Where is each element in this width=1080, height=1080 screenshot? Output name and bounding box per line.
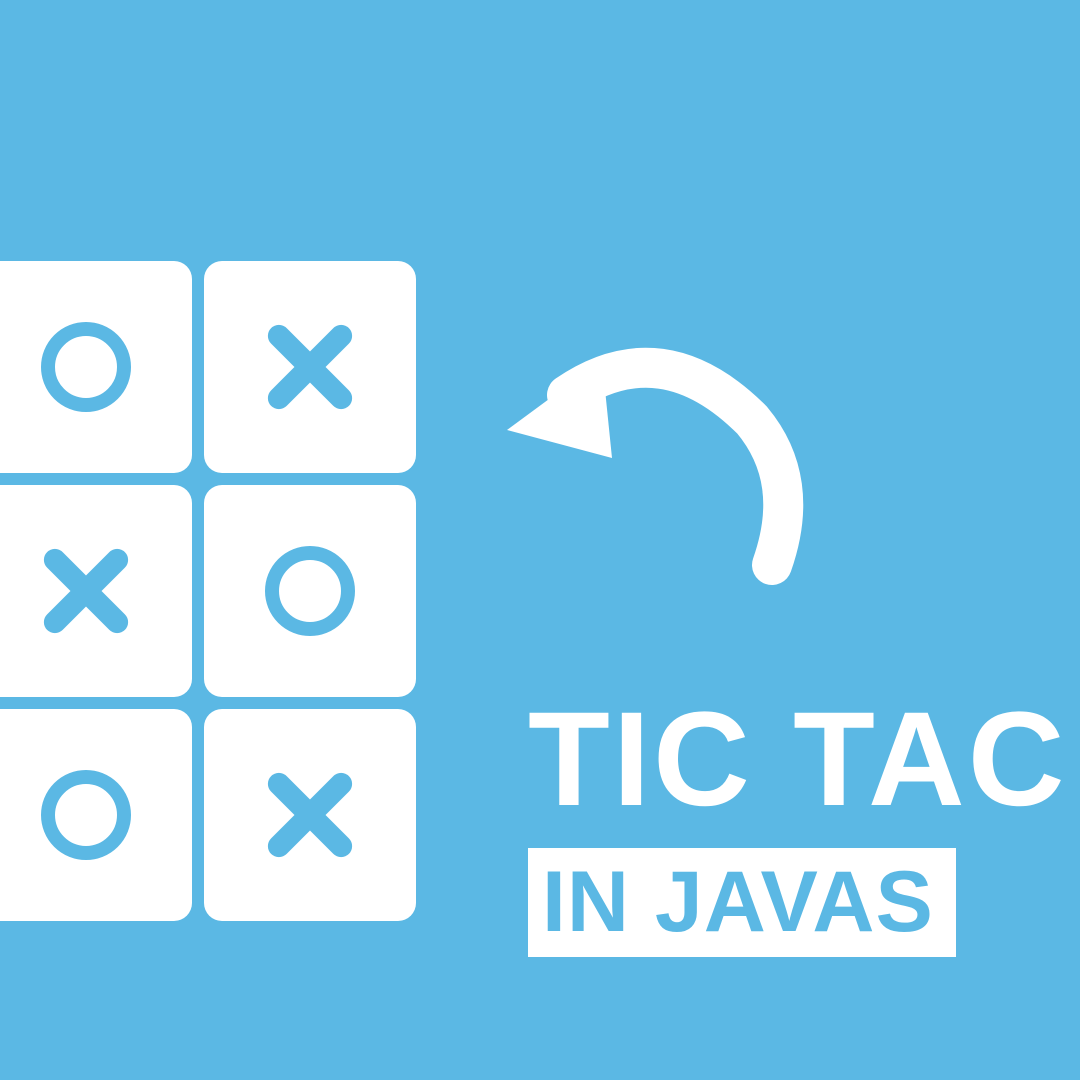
- board-cell[interactable]: [204, 485, 416, 697]
- game-board: [0, 261, 416, 921]
- curved-arrow-icon: [472, 300, 832, 625]
- o-mark-icon: [265, 546, 355, 636]
- main-title: TIC TAC: [528, 683, 1068, 836]
- board-cell[interactable]: [0, 709, 192, 921]
- board-cell[interactable]: [0, 485, 192, 697]
- x-mark-icon: [265, 322, 355, 412]
- subtitle-badge: IN JAVAS: [528, 848, 956, 957]
- board-cell[interactable]: [204, 261, 416, 473]
- o-mark-icon: [41, 770, 131, 860]
- x-mark-icon: [41, 546, 131, 636]
- board-cell[interactable]: [204, 709, 416, 921]
- x-mark-icon: [265, 770, 355, 860]
- subtitle-text: IN JAVAS: [542, 854, 934, 950]
- board-cell[interactable]: [0, 261, 192, 473]
- o-mark-icon: [41, 322, 131, 412]
